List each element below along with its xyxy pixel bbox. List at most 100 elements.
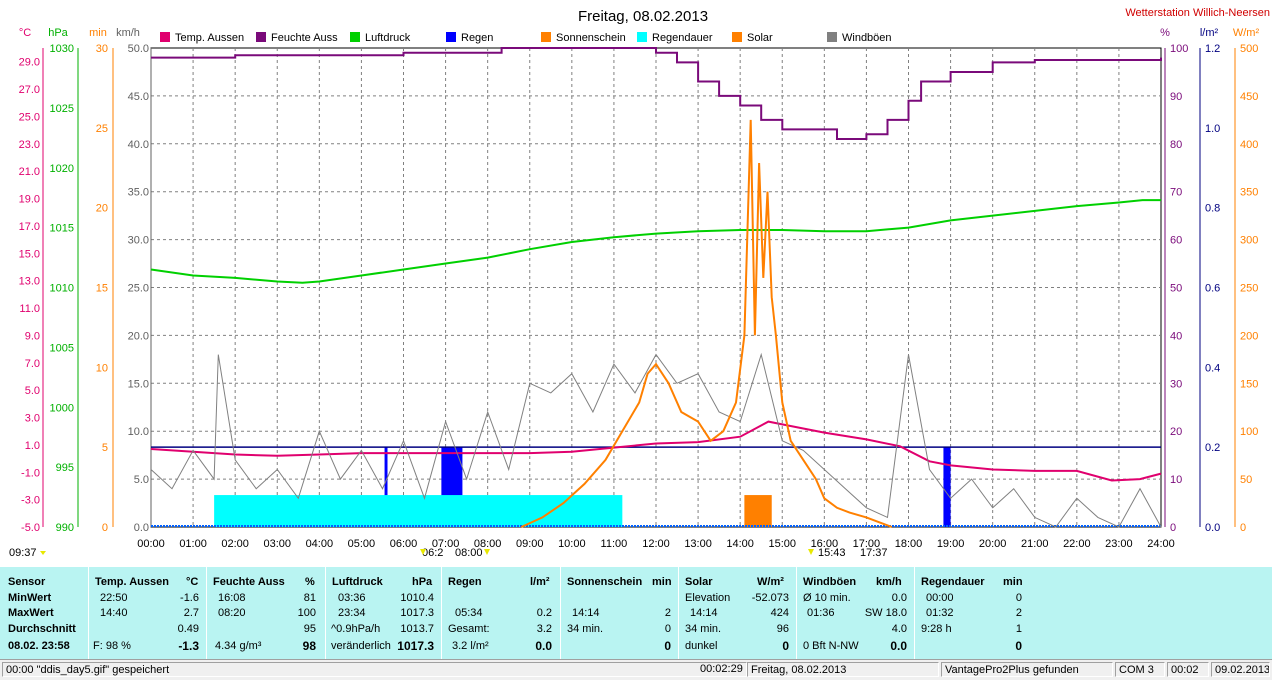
hum-min-val: 81 bbox=[303, 592, 316, 604]
pressure-axis-tick-8: 990 bbox=[56, 522, 74, 534]
temp-axis-tick-9: 11.0 bbox=[19, 303, 40, 315]
solar-axis-tick-7: 150 bbox=[1240, 378, 1258, 390]
temp-axis-tick-5: 19.0 bbox=[19, 194, 40, 206]
axis-unit-6: W/m² bbox=[1233, 27, 1260, 39]
legend-swatch-7 bbox=[827, 32, 837, 42]
solar-axis-tick-5: 250 bbox=[1240, 283, 1258, 295]
hum-axis-tick-10: 0 bbox=[1170, 522, 1176, 534]
x-tick-11: 11:00 bbox=[601, 538, 628, 550]
table-separator-7 bbox=[914, 567, 915, 659]
raindur-header: Regendauer bbox=[921, 576, 985, 588]
raindur-unit: min bbox=[1003, 576, 1023, 588]
solar-axis-tick-10: 0 bbox=[1240, 522, 1246, 534]
sun-unit: min bbox=[652, 576, 672, 588]
wind-axis-tick-2: 40.0 bbox=[128, 139, 149, 151]
temp-axis-tick-0: 29.0 bbox=[19, 57, 40, 69]
solar-max-val: 424 bbox=[770, 607, 789, 619]
legend-swatch-6 bbox=[732, 32, 742, 42]
raindur-cur-val: 0 bbox=[1015, 639, 1022, 653]
press-cur-note: veränderlich bbox=[331, 640, 391, 652]
temp-cur-val: -1.3 bbox=[178, 639, 199, 653]
x-tick-19: 19:00 bbox=[937, 538, 965, 550]
hum-max-time: 08:20 bbox=[218, 607, 246, 619]
temp-avg-val: 0.49 bbox=[177, 623, 199, 635]
temp-axis-tick-15: -1.0 bbox=[21, 467, 40, 479]
status-message: 00:00 "ddis_day5.gif" gespeichert bbox=[2, 662, 747, 677]
line-solar bbox=[520, 119, 893, 528]
legend-label-2: Luftdruck bbox=[365, 32, 411, 44]
wind-axis-tick-6: 20.0 bbox=[128, 330, 149, 342]
rain-unit: l/m² bbox=[530, 576, 550, 588]
x-tick-24: 24:00 bbox=[1147, 538, 1175, 550]
bar-regen-2 bbox=[943, 447, 951, 527]
legend-label-1: Feuchte Auss bbox=[271, 32, 338, 44]
sun-marker-left bbox=[40, 551, 46, 555]
status-date: Freitag, 08.02.2013 bbox=[747, 662, 939, 677]
solar-header: Solar bbox=[685, 576, 713, 588]
raindur-avg-val: 1 bbox=[1015, 623, 1022, 635]
temp-min-val: -1.6 bbox=[180, 592, 199, 604]
wind-axis-tick-4: 30.0 bbox=[128, 235, 149, 247]
status-time: 00:02:29 bbox=[700, 663, 743, 675]
legend-label-4: Sonnenschein bbox=[556, 32, 626, 44]
min-axis-tick-6: 0 bbox=[102, 522, 108, 534]
chart-axes: 29.0 27.0 25.0 23.0 21.0 19.0 17.0 15.0 13.0 11.0… bbox=[19, 43, 1259, 534]
legend-swatch-4 bbox=[541, 32, 551, 42]
x-tick-5: 05:00 bbox=[348, 538, 376, 550]
press-unit: hPa bbox=[412, 576, 433, 588]
temp-axis-tick-8: 13.0 bbox=[19, 276, 40, 288]
sensor-max-label: MaxWert bbox=[8, 607, 54, 619]
x-tick-13: 13:00 bbox=[684, 538, 712, 550]
sensor-avg-label: Durchschnitt bbox=[8, 623, 76, 635]
rain-max-time: 05:34 bbox=[455, 607, 483, 619]
sun-marker-0800 bbox=[484, 549, 490, 555]
x-tick-0: 00:00 bbox=[137, 538, 165, 550]
status-clock: 00:02 bbox=[1167, 662, 1209, 677]
table-separator-1 bbox=[206, 567, 207, 659]
hum-header: Feuchte Auss bbox=[213, 576, 285, 588]
raindur-min-val: 0 bbox=[1015, 592, 1022, 604]
solar-axis-tick-9: 50 bbox=[1240, 474, 1252, 486]
raindur-avg-note: 9:28 h bbox=[921, 623, 952, 635]
hum-unit: % bbox=[305, 576, 315, 588]
wind-10min-val: 0.0 bbox=[891, 592, 907, 604]
x-tick-2: 02:00 bbox=[221, 538, 249, 550]
rain-axis-tick-4: 0.4 bbox=[1205, 362, 1220, 374]
temp-unit: °C bbox=[186, 576, 199, 588]
x-tick-14: 14:00 bbox=[726, 538, 754, 550]
press-min-val: 1010.4 bbox=[400, 592, 434, 604]
wind-avg-val: 4.0 bbox=[891, 623, 907, 635]
hum-axis-tick-4: 60 bbox=[1170, 235, 1182, 247]
solar-elev-val: -52.073 bbox=[751, 592, 789, 604]
pressure-axis-tick-7: 995 bbox=[56, 462, 74, 474]
axis-unit-5: l/m² bbox=[1200, 27, 1219, 39]
press-cur-val: 1017.3 bbox=[397, 639, 434, 653]
press-avg-val: 1013.7 bbox=[400, 623, 434, 635]
min-axis-tick-2: 20 bbox=[96, 203, 108, 215]
mark-sunrise: 06:2 bbox=[422, 547, 443, 559]
rain-header: Regen bbox=[448, 576, 482, 588]
legend-swatch-1 bbox=[256, 32, 266, 42]
axis-unit-0: °C bbox=[19, 27, 31, 39]
solar-unit: W/m² bbox=[757, 576, 784, 588]
press-max-val: 1017.3 bbox=[400, 607, 434, 619]
wind-axis-tick-3: 35.0 bbox=[128, 187, 149, 199]
wind-axis-tick-10: 0.0 bbox=[134, 522, 149, 534]
rain-max-val: 0.2 bbox=[536, 607, 552, 619]
solar-cur-val: 0 bbox=[782, 639, 789, 653]
bar-regendauer-0 bbox=[214, 495, 623, 527]
temp-max-time: 14:40 bbox=[100, 607, 128, 619]
axis-unit-1: hPa bbox=[48, 27, 68, 39]
press-header: Luftdruck bbox=[332, 576, 383, 588]
pressure-axis-tick-1: 1025 bbox=[50, 103, 74, 115]
table-separator-0 bbox=[88, 567, 89, 659]
sun-avg-val: 0 bbox=[664, 623, 671, 635]
legend-label-6: Solar bbox=[747, 32, 773, 44]
sensor-min-label: MinWert bbox=[8, 592, 52, 604]
legend-swatch-5 bbox=[637, 32, 647, 42]
legend-swatch-2 bbox=[350, 32, 360, 42]
x-tick-1: 01:00 bbox=[179, 538, 207, 550]
hum-min-time: 16:08 bbox=[218, 592, 246, 604]
hum-axis-tick-8: 20 bbox=[1170, 426, 1182, 438]
table-separator-5 bbox=[678, 567, 679, 659]
